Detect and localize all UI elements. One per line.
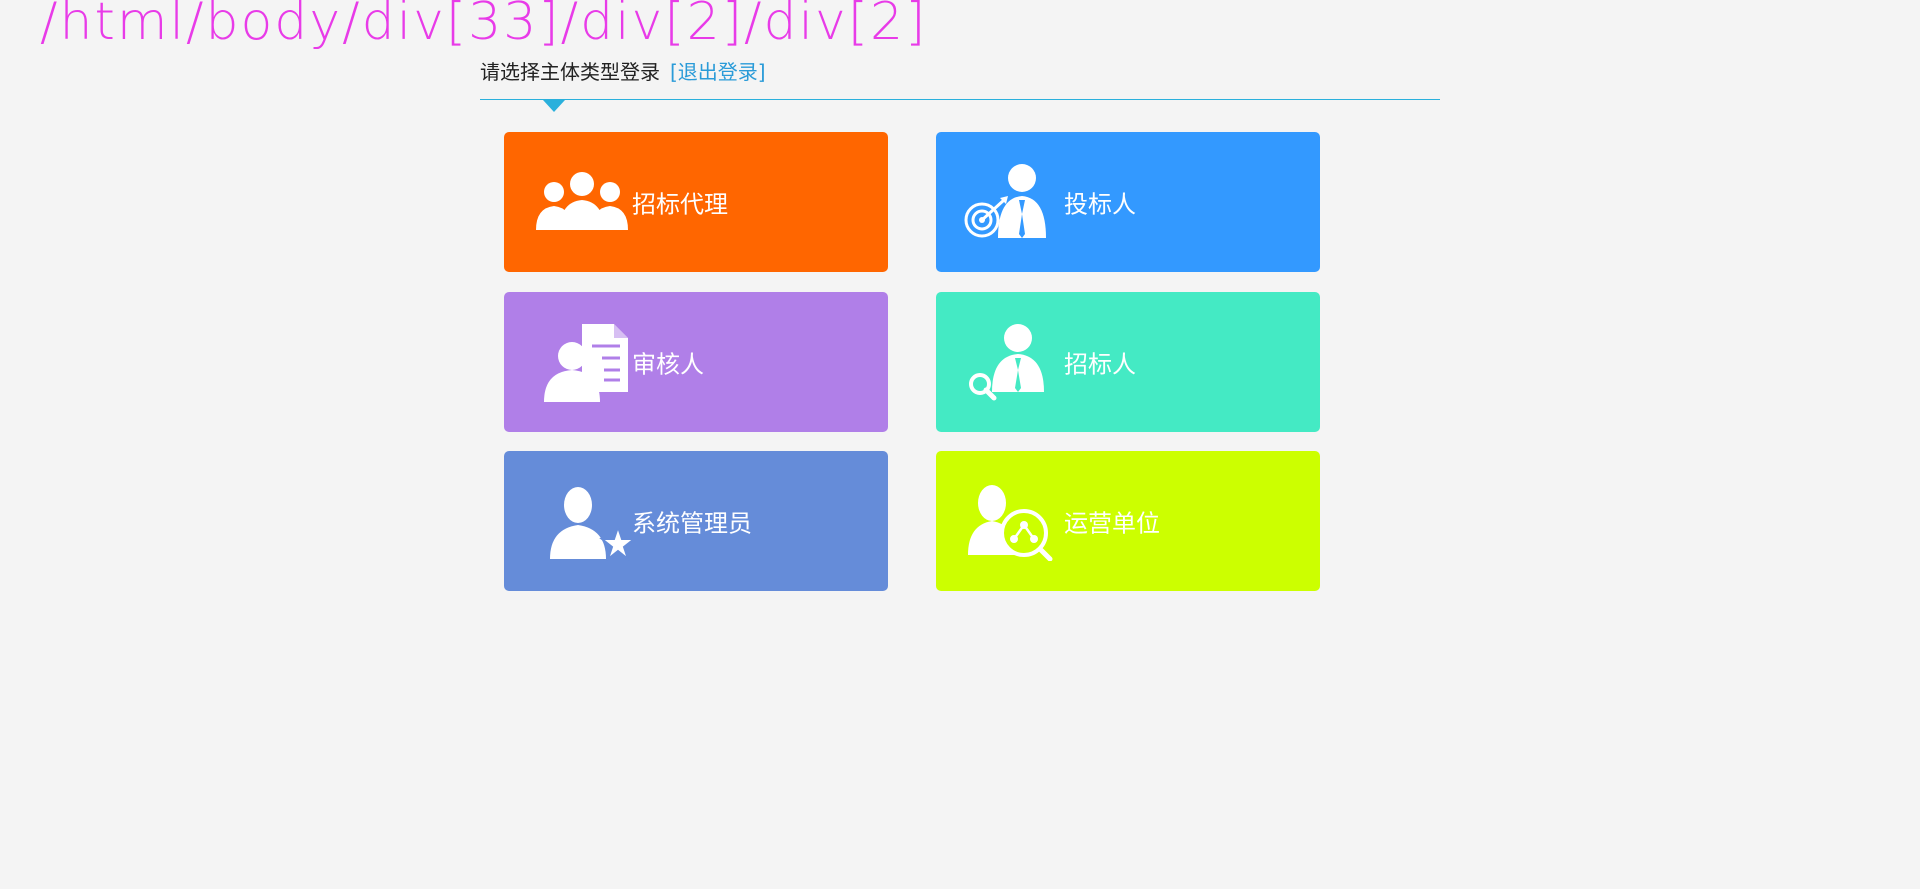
reviewer-document-icon <box>544 324 628 402</box>
divider-caret-indicator <box>543 100 565 112</box>
login-header: 请选择主体类型登录 [退出登录] <box>480 56 766 85</box>
card-operator[interactable]: 运营单位 <box>936 451 1320 591</box>
card-label: 系统管理员 <box>632 509 752 538</box>
group-people-icon <box>536 172 628 230</box>
xpath-overlay-text: /html/body/div[33]/div[2]/div[2] <box>40 0 928 52</box>
bidder-target-icon <box>964 164 1046 238</box>
card-label: 招标人 <box>1064 350 1136 379</box>
card-tender-agent[interactable]: 招标代理 <box>504 132 888 272</box>
admin-star-icon <box>550 487 632 561</box>
card-bidder[interactable]: 投标人 <box>936 132 1320 272</box>
card-label: 运营单位 <box>1064 509 1160 538</box>
header-divider <box>480 99 1440 100</box>
card-label: 审核人 <box>632 350 704 379</box>
card-tenderer[interactable]: 招标人 <box>936 292 1320 432</box>
card-reviewer[interactable]: 审核人 <box>504 292 888 432</box>
card-label: 投标人 <box>1064 190 1136 219</box>
operator-network-icon <box>968 485 1053 561</box>
card-system-admin[interactable]: 系统管理员 <box>504 451 888 591</box>
tenderer-search-icon <box>969 324 1044 401</box>
logout-link[interactable]: [退出登录] <box>670 60 766 84</box>
choose-entity-prompt: 请选择主体类型登录 <box>480 60 660 84</box>
card-label: 招标代理 <box>632 190 728 219</box>
